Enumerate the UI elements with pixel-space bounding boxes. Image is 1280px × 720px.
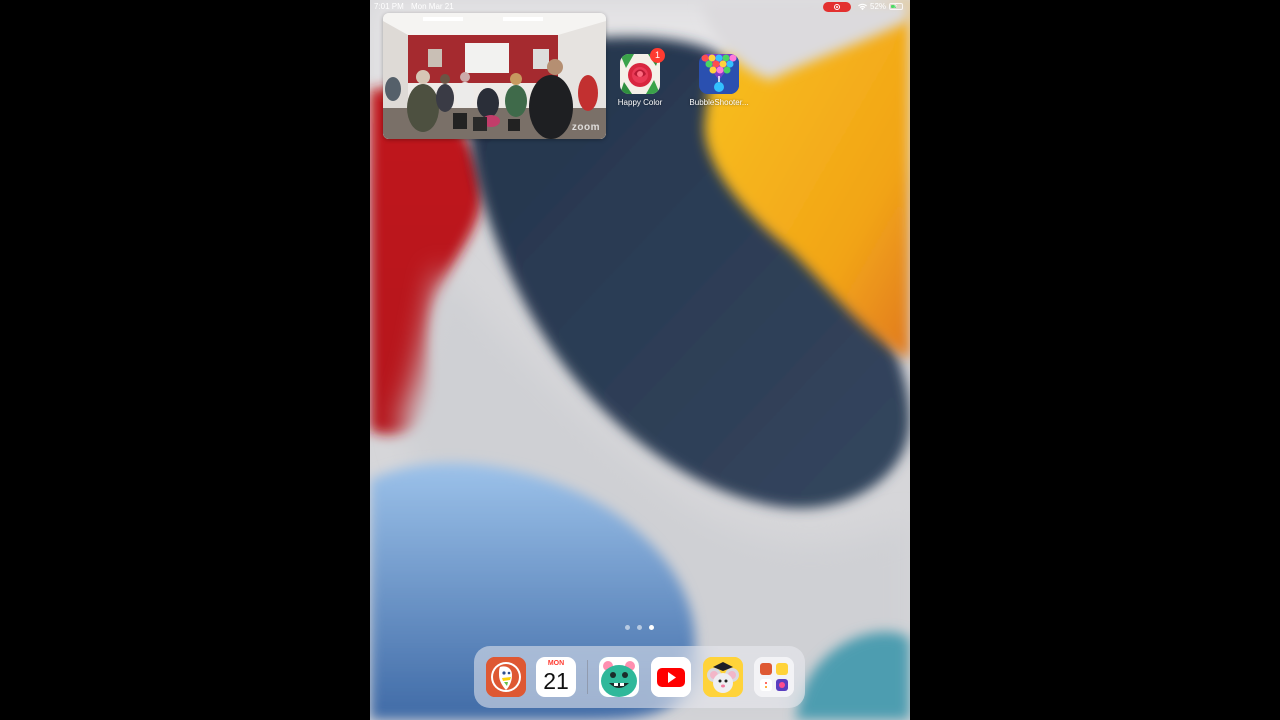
screen-recording-indicator[interactable] [823, 2, 851, 12]
dock-app-library[interactable] [754, 657, 794, 697]
mouse-graduate-icon [703, 657, 743, 697]
calendar-icon-date: 21 [543, 668, 569, 694]
app-library-icon [754, 657, 794, 697]
page-dot-2[interactable] [637, 625, 642, 630]
status-date: Mon Mar 21 [411, 2, 454, 11]
dock-app-abcmouse[interactable] [703, 657, 743, 697]
zoom-meeting-widget[interactable]: zoom [383, 13, 606, 139]
youtube-icon [651, 657, 691, 697]
green-bear-icon [599, 657, 639, 697]
dock-app-duckduckgo[interactable] [486, 657, 526, 697]
dock-separator [587, 660, 588, 694]
battery-percent: 52% [870, 2, 887, 11]
bubble-shooter-icon [699, 54, 739, 94]
dock-app-kids[interactable] [599, 657, 639, 697]
duckduckgo-icon [486, 657, 526, 697]
ipad-home-screen: 7:01 PM Mon Mar 21 52% ⚡ zoom 1 Happy Co… [370, 0, 910, 720]
app-happy-color[interactable]: 1 Happy Color [608, 48, 672, 107]
status-bar: 7:01 PM Mon Mar 21 52% ⚡ [370, 0, 910, 14]
record-icon [834, 4, 840, 10]
battery-icon: ⚡ [889, 3, 903, 10]
charging-bolt-icon: ⚡ [893, 3, 898, 10]
status-time: 7:01 PM [374, 2, 404, 11]
notification-badge: 1 [650, 48, 665, 63]
page-indicator[interactable] [625, 625, 655, 631]
wifi-icon [858, 3, 867, 11]
dock-app-calendar[interactable]: MON 21 [536, 657, 576, 697]
app-bubble-shooter[interactable]: BubbleShooter... [687, 54, 751, 107]
app-label: BubbleShooter... [689, 98, 749, 107]
page-dot-3[interactable] [649, 625, 654, 630]
meeting-video-thumbnail [383, 13, 606, 139]
zoom-watermark: zoom [571, 122, 600, 133]
dock-app-youtube[interactable] [651, 657, 691, 697]
app-label: Happy Color [617, 98, 663, 107]
dock: MON 21 [474, 646, 805, 708]
page-dot-1[interactable] [625, 625, 630, 630]
calendar-icon-day: MON [547, 660, 565, 667]
